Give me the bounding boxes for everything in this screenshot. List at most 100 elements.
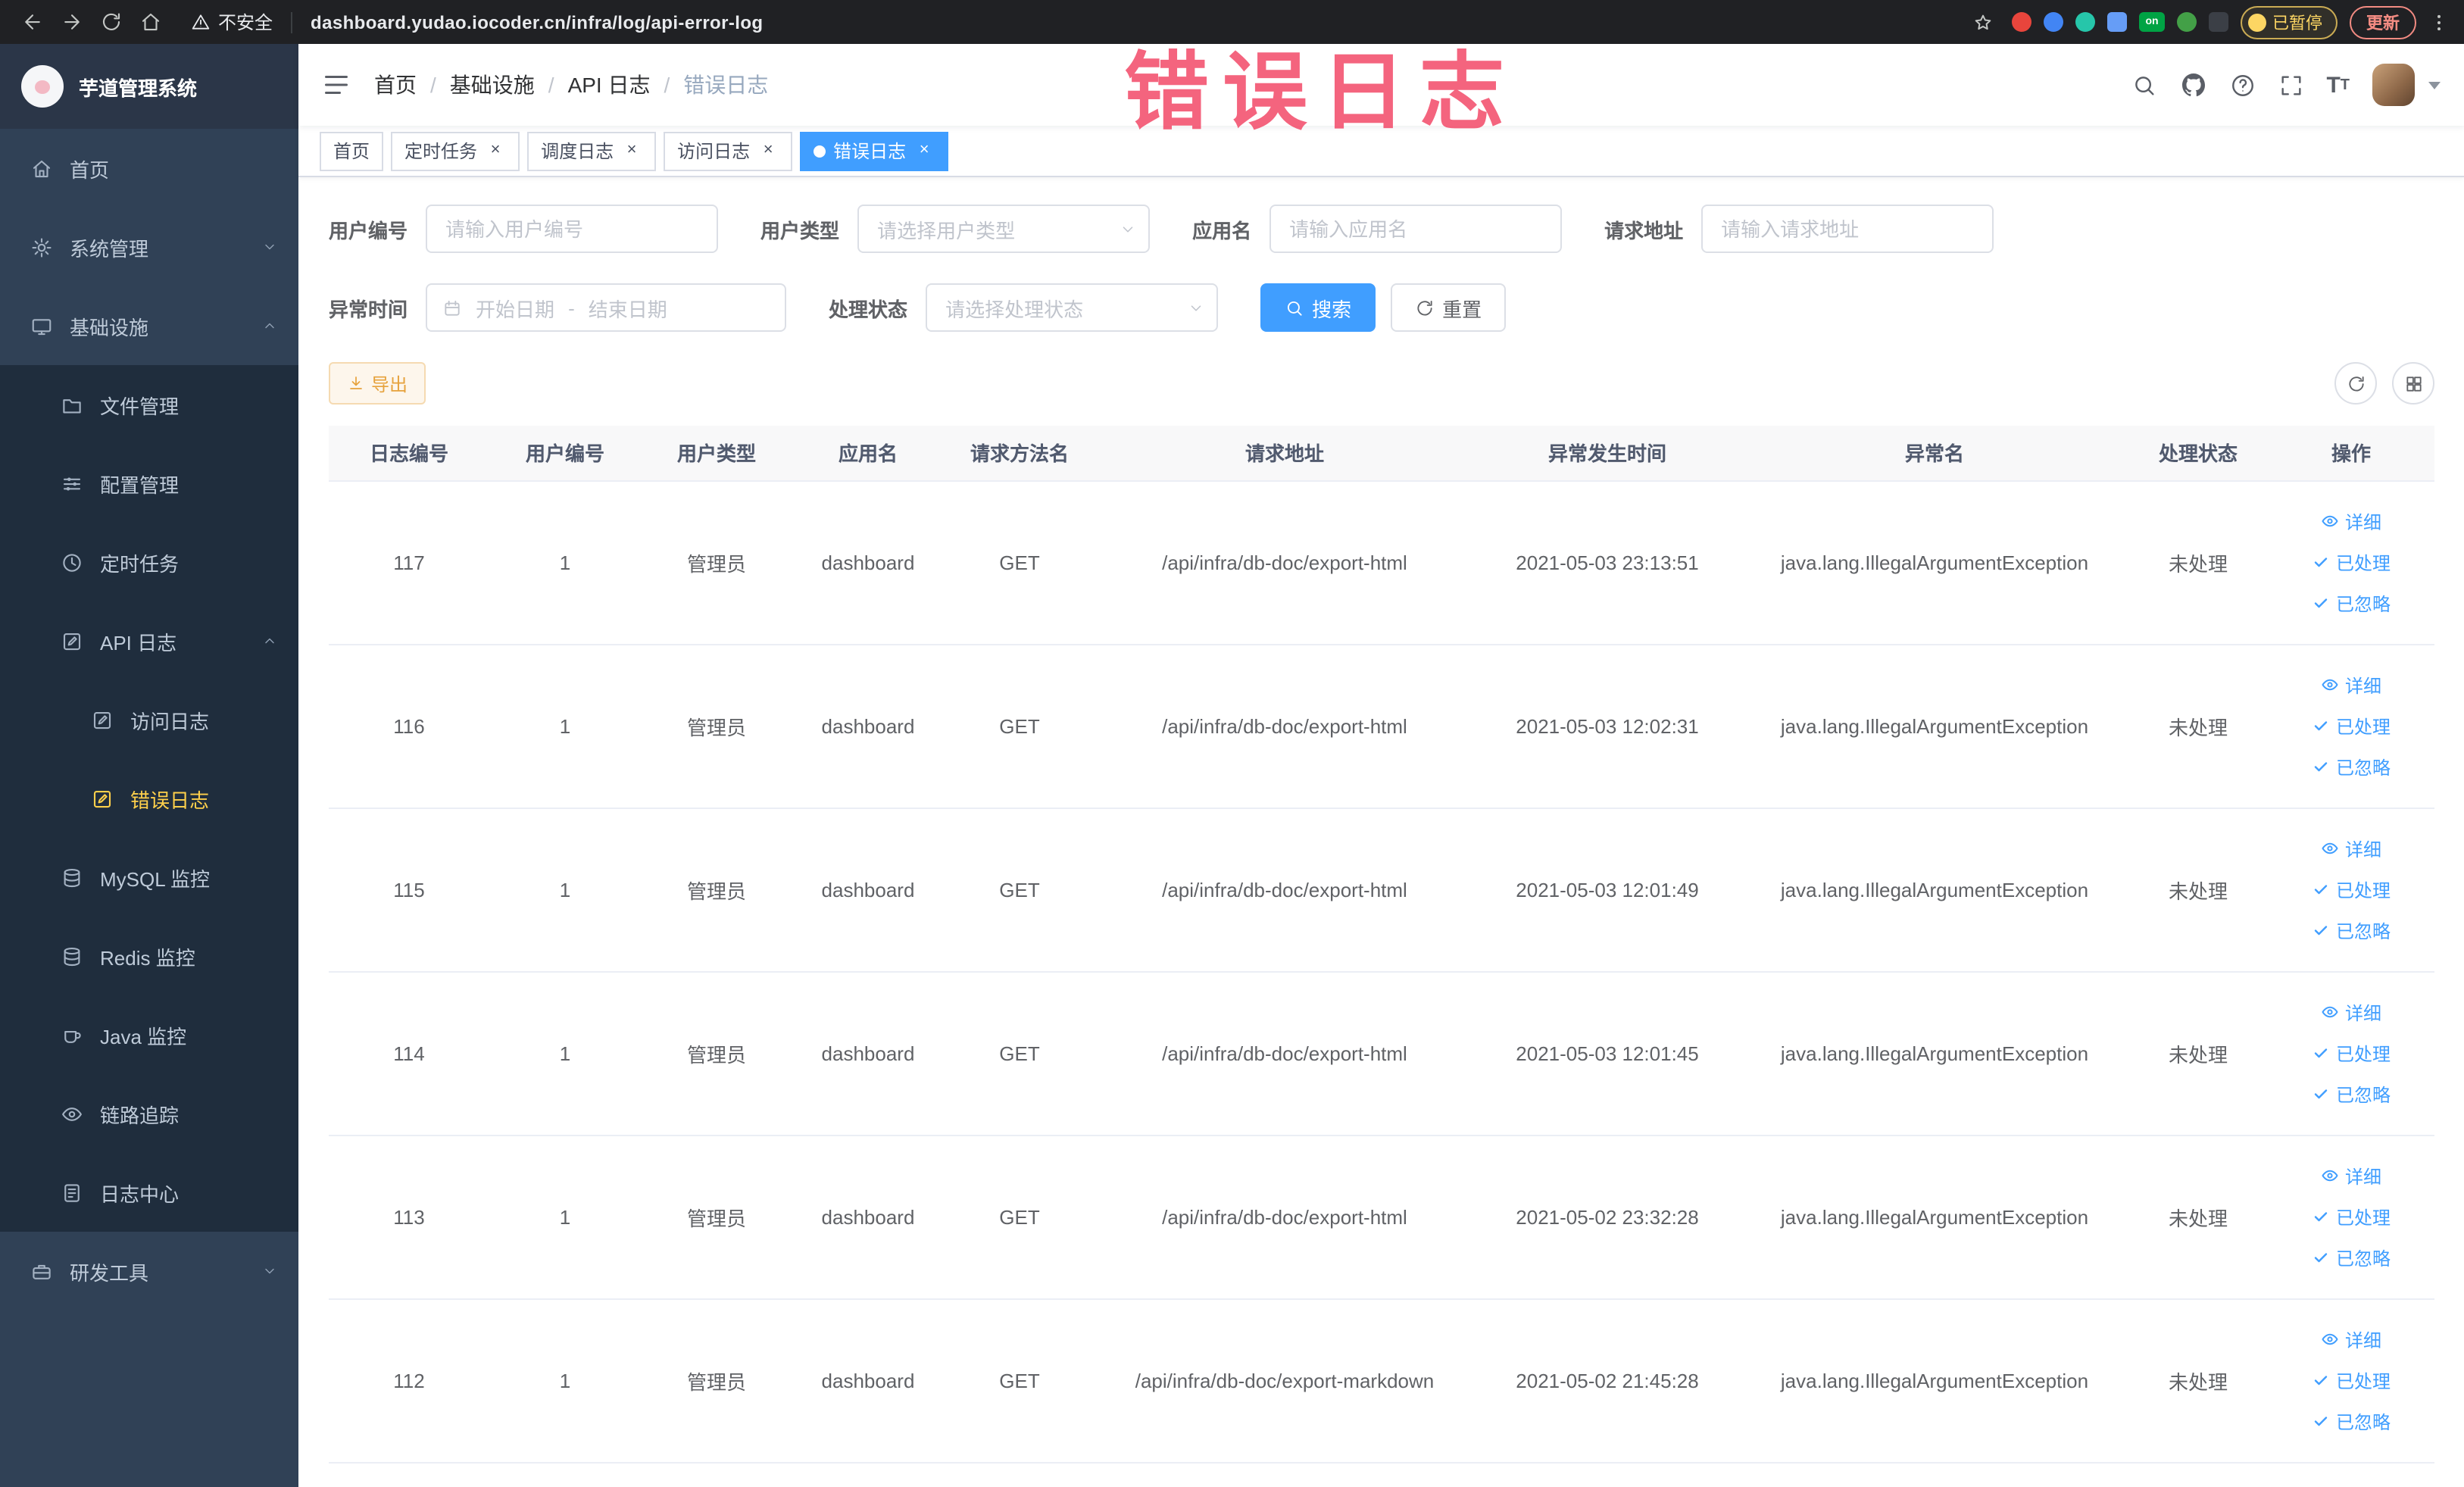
close-icon[interactable] — [757, 140, 779, 161]
monitor-icon — [30, 314, 53, 337]
close-icon[interactable] — [913, 140, 935, 161]
extension-icon[interactable] — [2107, 12, 2127, 32]
sidebar-item-file-management[interactable]: 文件管理 — [0, 365, 298, 444]
close-icon[interactable] — [621, 140, 642, 161]
eye-icon — [61, 1102, 83, 1125]
sidebar-item-log-center[interactable]: 日志中心 — [0, 1153, 298, 1232]
tags-view: 首页 定时任务 调度日志 访问日志 错误日志 — [298, 126, 2464, 177]
site-security-badge[interactable]: 不安全 — [191, 9, 273, 35]
status-select[interactable]: 请选择处理状态 — [926, 283, 1219, 332]
mark-ignored-link[interactable]: 已忽略 — [2277, 583, 2425, 623]
mark-ignored-link[interactable]: 已忽略 — [2277, 1401, 2425, 1442]
date-range-picker[interactable]: 开始日期 - 结束日期 — [426, 283, 787, 332]
detail-link[interactable]: 详细 — [2277, 664, 2425, 705]
search-icon[interactable] — [2131, 72, 2156, 98]
mark-processed-link[interactable]: 已处理 — [2277, 1032, 2425, 1073]
tab-error-logs[interactable]: 错误日志 — [800, 131, 949, 170]
user-id-input[interactable] — [426, 205, 719, 253]
detail-link[interactable]: 详细 — [2277, 828, 2425, 869]
sidebar-item-label: MySQL 监控 — [100, 867, 210, 890]
paused-badge[interactable]: 已暂停 — [2241, 5, 2338, 39]
sidebar-item-api-logs[interactable]: API 日志 — [0, 601, 298, 680]
user-avatar[interactable] — [2372, 64, 2415, 106]
app-logo[interactable]: 芋道管理系统 — [0, 44, 298, 129]
mark-processed-link[interactable]: 已处理 — [2277, 1196, 2425, 1237]
mark-ignored-link[interactable]: 已忽略 — [2277, 1237, 2425, 1278]
request-url-input[interactable] — [1701, 205, 1994, 253]
sidebar-item-access-logs[interactable]: 访问日志 — [0, 680, 298, 759]
detail-link[interactable]: 详细 — [2277, 501, 2425, 542]
sidebar-item-system[interactable]: 系统管理 — [0, 208, 298, 286]
mark-processed-link[interactable]: 已处理 — [2277, 869, 2425, 910]
column-header-url: 请求地址 — [1095, 426, 1474, 481]
tab-access-logs[interactable]: 访问日志 — [664, 131, 793, 170]
browser-menu-icon[interactable] — [2428, 11, 2450, 33]
help-icon[interactable] — [2229, 72, 2255, 98]
font-size-icon[interactable]: TT — [2326, 73, 2350, 96]
reset-button[interactable]: 重置 — [1391, 283, 1507, 332]
extension-icon[interactable] — [2044, 12, 2063, 32]
chevron-down-icon — [1120, 220, 1136, 237]
column-settings-button[interactable] — [2392, 362, 2434, 405]
avatar-caret-icon[interactable] — [2428, 81, 2441, 89]
detail-link[interactable]: 详细 — [2277, 992, 2425, 1032]
tab-home[interactable]: 首页 — [320, 131, 384, 170]
mark-ignored-link[interactable]: 已忽略 — [2277, 1073, 2425, 1114]
reload-icon[interactable] — [94, 5, 127, 39]
home-icon[interactable] — [133, 5, 167, 39]
extension-icon[interactable] — [2209, 12, 2228, 32]
cell-exception: java.lang.IllegalArgumentException — [1741, 808, 2128, 972]
user-type-select[interactable]: 请选择用户类型 — [857, 205, 1151, 253]
cell-app-name: dashboard — [792, 808, 944, 972]
hamburger-icon[interactable] — [323, 71, 350, 98]
extension-icon[interactable] — [2012, 12, 2031, 32]
mark-ignored-link[interactable]: 已忽略 — [2277, 910, 2425, 951]
app-name-input[interactable] — [1269, 205, 1563, 253]
mark-ignored-link[interactable]: 已忽略 — [2277, 746, 2425, 787]
breadcrumb-infrastructure[interactable]: 基础设施 — [450, 70, 535, 100]
mark-processed-link[interactable]: 已处理 — [2277, 1360, 2425, 1401]
export-button[interactable]: 导出 — [329, 362, 426, 405]
fullscreen-icon[interactable] — [2278, 72, 2303, 98]
sidebar-item-tracing[interactable]: 链路追踪 — [0, 1074, 298, 1153]
detail-link[interactable]: 详细 — [2277, 1155, 2425, 1196]
sidebar-item-home[interactable]: 首页 — [0, 129, 298, 208]
github-icon[interactable] — [2179, 71, 2206, 98]
sidebar-item-redis-monitor[interactable]: Redis 监控 — [0, 917, 298, 995]
extension-on-badge[interactable]: on — [2139, 12, 2165, 32]
sidebar-item-scheduled-tasks[interactable]: 定时任务 — [0, 523, 298, 601]
forward-icon[interactable] — [55, 5, 88, 39]
tab-schedule-logs[interactable]: 调度日志 — [527, 131, 657, 170]
browser-update-button[interactable]: 更新 — [2350, 5, 2416, 39]
column-header-method: 请求方法名 — [944, 426, 1095, 481]
breadcrumb-home[interactable]: 首页 — [374, 70, 417, 100]
breadcrumb: 首页 基础设施 API 日志 错误日志 — [374, 70, 768, 100]
cell-app-name: dashboard — [792, 1135, 944, 1299]
mark-processed-link[interactable]: 已处理 — [2277, 705, 2425, 746]
cell-user-type: 管理员 — [641, 480, 792, 645]
warning-icon — [191, 12, 211, 32]
column-header-user-id: 用户编号 — [489, 426, 641, 481]
browser-chrome: 不安全 dashboard.yudao.iocoder.cn/infra/log… — [0, 0, 2464, 44]
back-icon[interactable] — [15, 5, 48, 39]
sidebar-item-dev-tools[interactable]: 研发工具 — [0, 1232, 298, 1310]
refresh-button[interactable] — [2334, 362, 2377, 405]
bookmark-star-icon[interactable] — [1966, 5, 2000, 39]
close-icon[interactable] — [485, 140, 506, 161]
mark-processed-link[interactable]: 已处理 — [2277, 542, 2425, 583]
search-button[interactable]: 搜索 — [1260, 283, 1376, 332]
extension-icon[interactable] — [2177, 12, 2197, 32]
sidebar-item-config-management[interactable]: 配置管理 — [0, 444, 298, 523]
navbar-actions: TT — [2131, 64, 2441, 106]
extension-icon[interactable] — [2075, 12, 2095, 32]
sidebar-item-java-monitor[interactable]: Java 监控 — [0, 995, 298, 1074]
range-separator: - — [568, 296, 575, 319]
detail-link[interactable]: 详细 — [2277, 1319, 2425, 1360]
sidebar-item-mysql-monitor[interactable]: MySQL 监控 — [0, 838, 298, 917]
address-bar[interactable]: dashboard.yudao.iocoder.cn/infra/log/api… — [311, 11, 1957, 33]
tab-scheduled-tasks[interactable]: 定时任务 — [391, 131, 520, 170]
sidebar-item-error-logs[interactable]: 错误日志 — [0, 759, 298, 838]
sidebar-item-infrastructure[interactable]: 基础设施 — [0, 286, 298, 365]
cell-method: GET — [944, 1298, 1095, 1463]
breadcrumb-api-logs[interactable]: API 日志 — [568, 70, 651, 100]
